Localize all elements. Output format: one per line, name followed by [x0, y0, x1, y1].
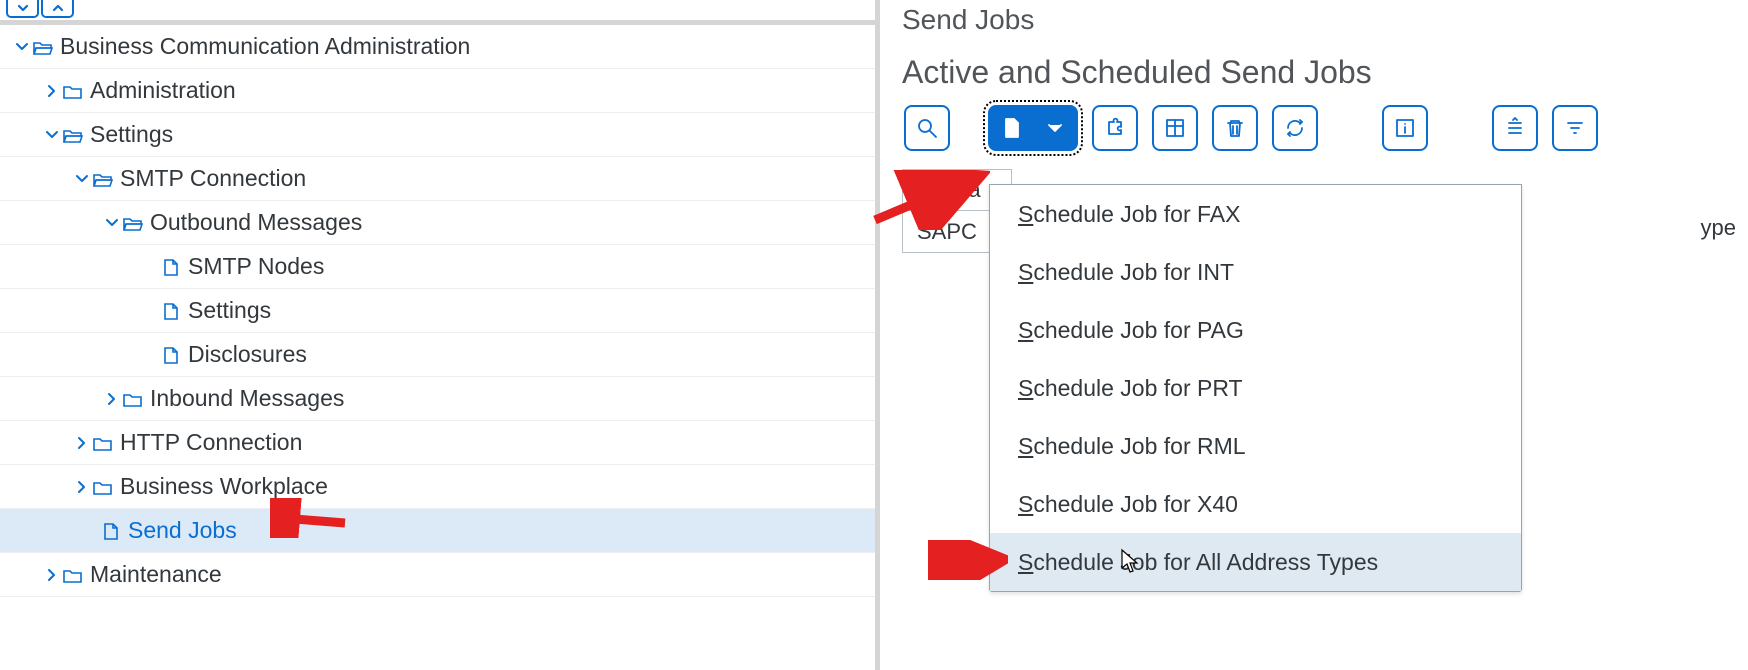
- expand-toggle-icon[interactable]: [72, 433, 92, 453]
- collapse-all-button[interactable]: [6, 0, 39, 18]
- schedule-job-option[interactable]: Schedule Job for All Address Types: [990, 533, 1521, 591]
- schedule-job-option[interactable]: Schedule Job for PAG: [990, 301, 1521, 359]
- expand-toggle-icon[interactable]: [102, 389, 122, 409]
- new-job-split-button[interactable]: [988, 105, 1078, 151]
- info-button[interactable]: [1382, 105, 1428, 151]
- filter-button[interactable]: [1552, 105, 1598, 151]
- tree-node-inbound-messages[interactable]: Inbound Messages: [0, 377, 875, 421]
- tree-node-maintenance[interactable]: Maintenance: [0, 553, 875, 597]
- folder-open-icon: [122, 213, 144, 233]
- tree-label: Send Jobs: [128, 517, 237, 544]
- folder-open-icon: [32, 37, 54, 57]
- expand-all-button[interactable]: [41, 0, 74, 18]
- tree-node-send-jobs[interactable]: Send Jobs: [0, 509, 875, 553]
- folder-icon: [92, 433, 114, 453]
- schedule-job-option[interactable]: Schedule Job for FAX: [990, 185, 1521, 243]
- addons-button[interactable]: [1092, 105, 1138, 151]
- tree-label: Disclosures: [188, 341, 307, 368]
- tree-node-business-workplace[interactable]: Business Workplace: [0, 465, 875, 509]
- schedule-job-option[interactable]: Schedule Job for PRT: [990, 359, 1521, 417]
- tree-label: Maintenance: [90, 561, 222, 588]
- schedule-job-option[interactable]: Schedule Job for RML: [990, 417, 1521, 475]
- document-icon: [160, 257, 182, 277]
- navigation-tree[interactable]: Business Communication Administration Ad…: [0, 25, 875, 670]
- tree-node-smtp-connection[interactable]: SMTP Connection: [0, 157, 875, 201]
- tree-label: Inbound Messages: [150, 385, 344, 412]
- tree-label: Settings: [90, 121, 173, 148]
- folder-open-icon: [62, 125, 84, 145]
- tree-label: SMTP Nodes: [188, 253, 324, 280]
- schedule-job-option[interactable]: Schedule Job for X40: [990, 475, 1521, 533]
- tree-top-strip: [0, 0, 875, 25]
- document-icon: [100, 521, 122, 541]
- navigation-tree-pane: Business Communication Administration Ad…: [0, 0, 880, 670]
- document-icon: [160, 301, 182, 321]
- columns-button[interactable]: [1152, 105, 1198, 151]
- jobs-toolbar: [902, 105, 1748, 151]
- folder-icon: [122, 389, 144, 409]
- expand-toggle-icon[interactable]: [42, 125, 62, 145]
- tree-label: Business Workplace: [120, 473, 328, 500]
- expand-toggle-icon[interactable]: [72, 477, 92, 497]
- tree-label: Settings: [188, 297, 271, 324]
- sort-button[interactable]: [1492, 105, 1538, 151]
- tree-node-administration[interactable]: Administration: [0, 69, 875, 113]
- tree-node-settings[interactable]: Settings: [0, 113, 875, 157]
- tree-label: Outbound Messages: [150, 209, 362, 236]
- tree-node-settings-leaf[interactable]: Settings: [0, 289, 875, 333]
- tree-node-smtp-nodes[interactable]: SMTP Nodes: [0, 245, 875, 289]
- folder-icon: [92, 477, 114, 497]
- tree-node-bca-root[interactable]: Business Communication Administration: [0, 25, 875, 69]
- expand-toggle-icon[interactable]: [102, 213, 122, 233]
- tree-label: Business Communication Administration: [60, 33, 470, 60]
- tree-node-disclosures[interactable]: Disclosures: [0, 333, 875, 377]
- folder-open-icon: [92, 169, 114, 189]
- tree-node-outbound-messages[interactable]: Outbound Messages: [0, 201, 875, 245]
- expand-toggle-icon[interactable]: [12, 37, 32, 57]
- folder-icon: [62, 565, 84, 585]
- dropdown-toggle-icon[interactable]: [1033, 116, 1076, 140]
- expand-toggle-icon[interactable]: [42, 565, 62, 585]
- search-button[interactable]: [904, 105, 950, 151]
- tree-label: SMTP Connection: [120, 165, 306, 192]
- delete-button[interactable]: [1212, 105, 1258, 151]
- view-title: Send Jobs: [902, 0, 1748, 54]
- tree-label: HTTP Connection: [120, 429, 302, 456]
- document-icon: [160, 345, 182, 365]
- tree-label: Administration: [90, 77, 236, 104]
- schedule-job-dropdown[interactable]: Schedule Job for FAXSchedule Job for INT…: [989, 184, 1522, 592]
- new-document-icon[interactable]: [990, 116, 1033, 140]
- expand-toggle-icon[interactable]: [72, 169, 92, 189]
- refresh-button[interactable]: [1272, 105, 1318, 151]
- tree-node-http-connection[interactable]: HTTP Connection: [0, 421, 875, 465]
- schedule-job-option[interactable]: Schedule Job for INT: [990, 243, 1521, 301]
- column-header-fragment: ype: [1701, 215, 1736, 241]
- expand-toggle-icon[interactable]: [42, 81, 62, 101]
- section-title: Active and Scheduled Send Jobs: [902, 54, 1748, 105]
- folder-icon: [62, 81, 84, 101]
